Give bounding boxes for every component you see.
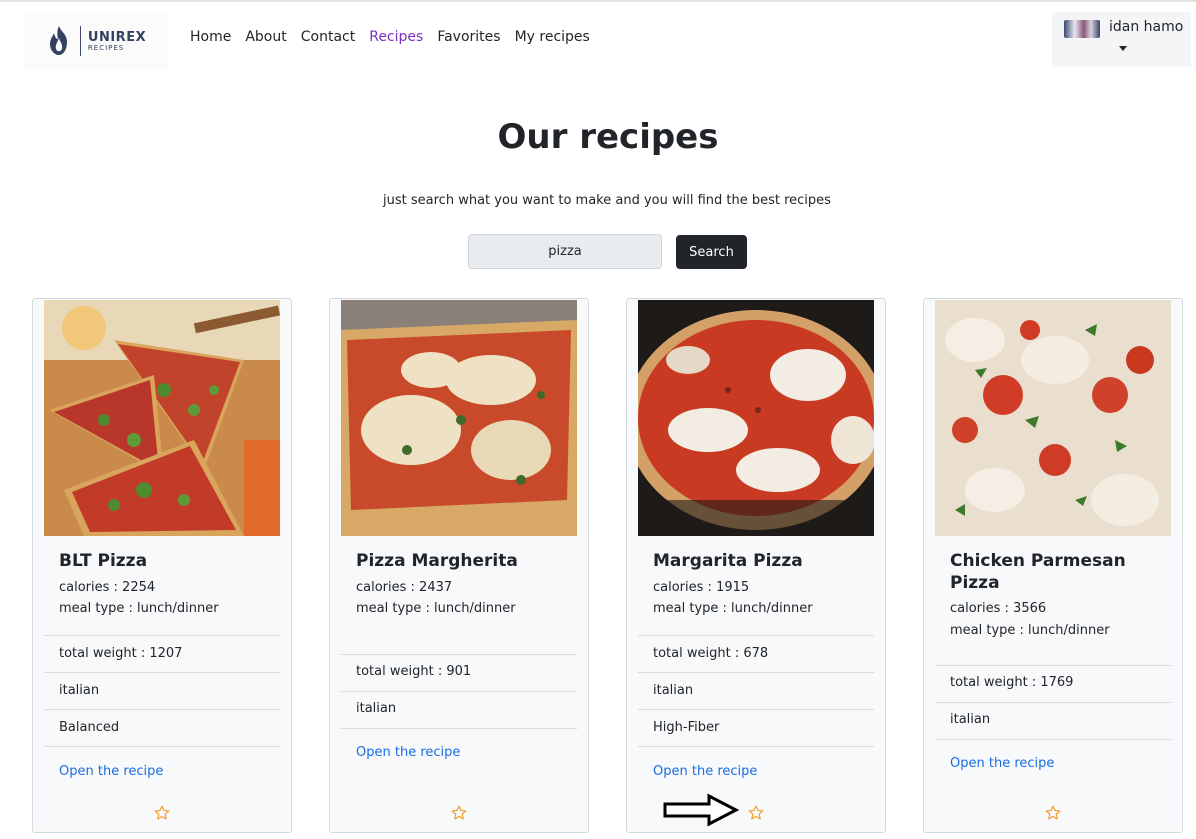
recipe-calories: calories : 2437 xyxy=(356,580,453,595)
recipe-cuisine: italian xyxy=(356,701,397,716)
nav-favorites[interactable]: Favorites xyxy=(437,29,500,45)
logo-separator xyxy=(79,26,81,56)
divider xyxy=(44,746,280,747)
user-name: idan hamo xyxy=(1109,19,1184,35)
recipe-meal-type: meal type : lunch/dinner xyxy=(356,601,516,616)
open-recipe-link[interactable]: Open the recipe xyxy=(653,764,757,779)
brand-tagline: RECIPES xyxy=(87,43,125,52)
divider xyxy=(935,702,1171,703)
divider xyxy=(341,654,577,655)
recipe-title: BLT Pizza xyxy=(59,551,148,571)
recipe-title: Pizza Margherita xyxy=(356,551,518,571)
recipe-diet: Balanced xyxy=(59,720,120,735)
divider xyxy=(638,746,874,747)
divider xyxy=(935,665,1171,666)
caret-down-icon[interactable] xyxy=(1119,46,1127,51)
recipe-meal-type: meal type : lunch/dinner xyxy=(653,601,813,616)
flame-logo-icon xyxy=(49,26,67,55)
nav-recipes[interactable]: Recipes xyxy=(369,29,423,45)
recipe-diet: High-Fiber xyxy=(653,720,720,735)
recipe-card: Pizza Margherita calories : 2437 meal ty… xyxy=(329,298,589,833)
recipe-image[interactable] xyxy=(44,300,280,536)
divider xyxy=(638,709,874,710)
page-title: Our recipes xyxy=(497,117,719,157)
recipe-card: Margarita Pizza calories : 1915 meal typ… xyxy=(626,298,886,833)
recipe-card: Chicken Parmesan Pizza calories : 3566 m… xyxy=(923,298,1183,833)
recipe-calories: calories : 2254 xyxy=(59,580,156,595)
star-outline-icon[interactable] xyxy=(153,804,171,822)
recipe-meal-type: meal type : lunch/dinner xyxy=(59,601,219,616)
open-recipe-link[interactable]: Open the recipe xyxy=(356,745,460,760)
recipe-image[interactable] xyxy=(935,300,1171,536)
divider xyxy=(638,672,874,673)
nav-about[interactable]: About xyxy=(245,29,286,45)
recipe-cuisine: italian xyxy=(653,683,694,698)
open-recipe-link[interactable]: Open the recipe xyxy=(950,756,1054,771)
recipe-title: Margarita Pizza xyxy=(653,551,803,571)
page-subtitle: just search what you want to make and yo… xyxy=(383,193,831,208)
nav-home[interactable]: Home xyxy=(190,29,231,45)
search-button[interactable]: Search xyxy=(676,235,747,269)
recipe-image[interactable] xyxy=(638,300,874,536)
recipe-calories: calories : 1915 xyxy=(653,580,750,595)
divider xyxy=(44,635,280,636)
nav-my-recipes[interactable]: My recipes xyxy=(515,29,590,45)
recipe-image[interactable] xyxy=(341,300,577,536)
recipe-cuisine: italian xyxy=(59,683,100,698)
recipe-total-weight: total weight : 901 xyxy=(356,664,472,679)
brand-name: UNIREX xyxy=(87,29,147,45)
divider xyxy=(44,672,280,673)
star-outline-icon[interactable] xyxy=(450,804,468,822)
recipe-total-weight: total weight : 1769 xyxy=(950,675,1074,690)
avatar xyxy=(1064,20,1100,38)
recipe-calories: calories : 3566 xyxy=(950,601,1047,616)
recipe-title: Chicken Parmesan Pizza xyxy=(950,551,1126,593)
star-outline-icon[interactable] xyxy=(1044,804,1062,822)
open-recipe-link[interactable]: Open the recipe xyxy=(59,764,163,779)
right-arrow-icon xyxy=(663,793,739,827)
main-nav: Home About Contact Recipes Favorites My … xyxy=(190,29,604,45)
recipe-total-weight: total weight : 1207 xyxy=(59,646,183,661)
recipe-meal-type: meal type : lunch/dinner xyxy=(950,623,1110,638)
recipe-cuisine: italian xyxy=(950,712,991,727)
divider xyxy=(638,635,874,636)
user-menu[interactable]: idan hamo xyxy=(1052,12,1191,67)
top-border xyxy=(0,0,1196,2)
recipe-total-weight: total weight : 678 xyxy=(653,646,769,661)
nav-contact[interactable]: Contact xyxy=(301,29,355,45)
divider xyxy=(341,691,577,692)
brand-logo[interactable]: UNIREX RECIPES xyxy=(24,12,167,70)
divider xyxy=(341,728,577,729)
search-input[interactable] xyxy=(468,234,662,269)
divider xyxy=(44,709,280,710)
divider xyxy=(935,739,1171,740)
star-outline-icon[interactable] xyxy=(747,804,765,822)
recipe-card: BLT Pizza calories : 2254 meal type : lu… xyxy=(32,298,292,833)
